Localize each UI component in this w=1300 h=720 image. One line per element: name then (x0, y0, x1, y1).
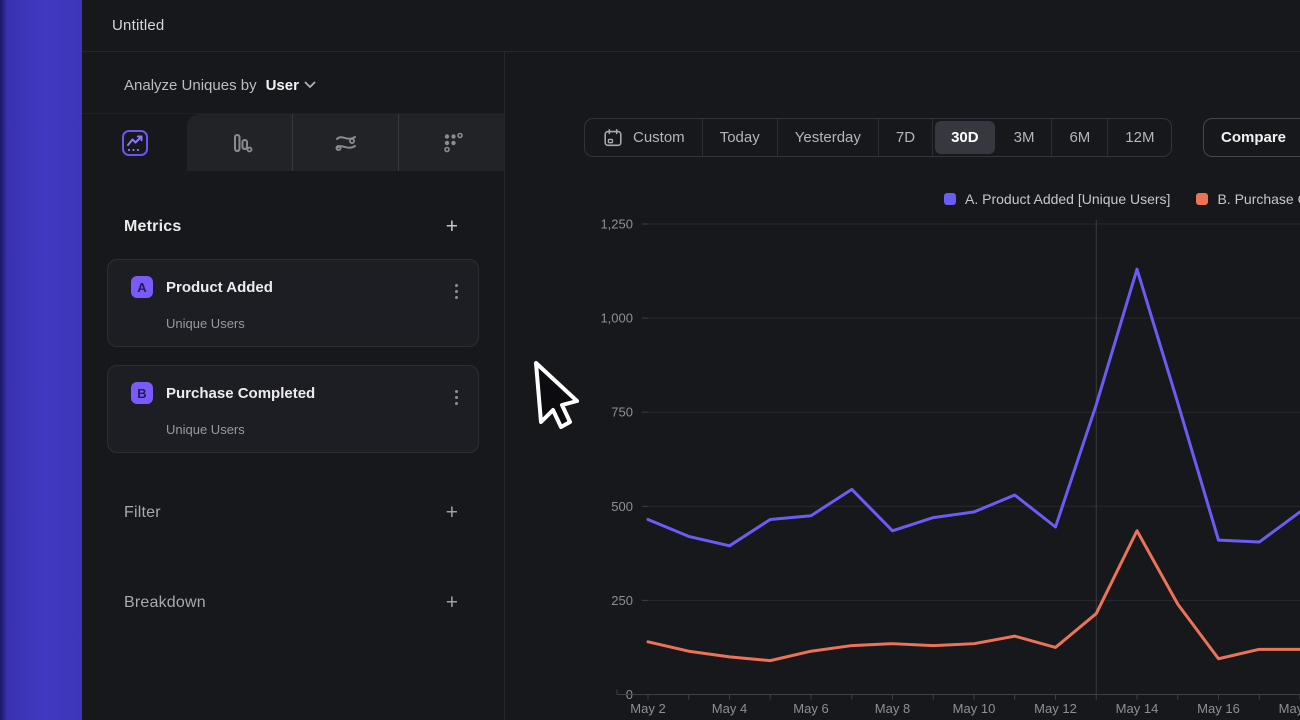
range-custom[interactable]: Custom (585, 119, 703, 156)
svg-text:May 2: May 2 (630, 701, 665, 716)
chevron-down-icon (304, 81, 316, 89)
metric-title: Purchase Completed (166, 385, 315, 402)
tab-flow[interactable] (293, 114, 399, 171)
range-label: 30D (951, 129, 979, 146)
metric-options-kebab-icon[interactable] (453, 388, 460, 407)
range-today[interactable]: Today (703, 119, 778, 156)
tab-bar-chart[interactable] (187, 114, 293, 171)
svg-text:May 10: May 10 (953, 701, 996, 716)
svg-text:1,250: 1,250 (600, 217, 633, 232)
range-12m[interactable]: 12M (1108, 119, 1171, 156)
left-accent-strip (0, 0, 82, 720)
bar-chart-icon (227, 130, 253, 156)
compare-button[interactable]: Compare (1203, 118, 1300, 157)
range-label: Today (720, 129, 760, 146)
analyze-entity-dropdown[interactable]: User (266, 77, 316, 94)
range-6m[interactable]: 6M (1052, 119, 1108, 156)
range-label: 12M (1125, 129, 1154, 146)
analyze-label: Analyze Uniques by (124, 77, 257, 94)
metric-card-b[interactable]: B Purchase Completed Unique Users (107, 365, 479, 453)
range-3m[interactable]: 3M (997, 119, 1053, 156)
metric-badge: A (131, 276, 153, 298)
add-metric-button[interactable]: + (446, 217, 458, 237)
range-yesterday[interactable]: Yesterday (778, 119, 879, 156)
svg-text:500: 500 (611, 499, 633, 514)
line-chart-canvas[interactable]: 02505007501,0001,250May 2May 4May 6May 8… (505, 175, 1300, 720)
add-filter-button[interactable]: + (446, 503, 458, 523)
calendar-icon (602, 127, 624, 149)
compare-label: Compare (1221, 129, 1286, 146)
metric-title: Product Added (166, 279, 273, 296)
metric-subtitle: Unique Users (166, 316, 245, 331)
svg-text:May 12: May 12 (1034, 701, 1077, 716)
chart-type-tabs (82, 113, 504, 171)
svg-text:May 16: May 16 (1197, 701, 1240, 716)
breakdown-section-header: Breakdown + (82, 587, 504, 619)
metrics-label: Metrics (124, 218, 181, 236)
line-chart-icon (121, 129, 149, 157)
tab-strip (187, 114, 504, 171)
svg-text:250: 250 (611, 593, 633, 608)
breakdown-label: Breakdown (124, 594, 206, 612)
add-breakdown-button[interactable]: + (446, 593, 458, 613)
tab-retention[interactable] (399, 114, 504, 171)
analyze-row: Analyze Uniques by User (82, 70, 504, 100)
analyze-entity-value: User (266, 77, 299, 94)
svg-text:1,000: 1,000 (600, 311, 633, 326)
top-bar: Untitled (82, 0, 1300, 52)
svg-text:750: 750 (611, 405, 633, 420)
svg-text:May 4: May 4 (712, 701, 747, 716)
query-sidebar: Analyze Uniques by User (82, 52, 505, 720)
report-title: Untitled (82, 17, 164, 34)
filter-label: Filter (124, 504, 161, 522)
range-label: Yesterday (795, 129, 861, 146)
range-30d[interactable]: 30D (935, 121, 995, 154)
range-label: 7D (896, 129, 915, 146)
metrics-section-header: Metrics + (82, 211, 504, 243)
range-label: 3M (1014, 129, 1035, 146)
metric-subtitle: Unique Users (166, 422, 245, 437)
tab-insights-line[interactable] (82, 114, 187, 171)
svg-text:May 18: May 18 (1279, 701, 1300, 716)
range-label: Custom (633, 129, 685, 146)
flow-sankey-icon (332, 130, 360, 156)
svg-text:May 6: May 6 (793, 701, 828, 716)
dots-grid-icon (439, 130, 465, 156)
filter-section-header: Filter + (82, 497, 504, 529)
metric-card-a[interactable]: A Product Added Unique Users (107, 259, 479, 347)
time-range-group: Custom Today Yesterday 7D 30D 3M 6M 12M (584, 118, 1172, 157)
metric-options-kebab-icon[interactable] (453, 282, 460, 301)
range-7d[interactable]: 7D (879, 119, 933, 156)
range-label: 6M (1069, 129, 1090, 146)
chart-panel: Custom Today Yesterday 7D 30D 3M 6M 12M Compare… (505, 52, 1300, 720)
svg-text:May 8: May 8 (875, 701, 910, 716)
svg-text:May 14: May 14 (1116, 701, 1159, 716)
metric-badge: B (131, 382, 153, 404)
